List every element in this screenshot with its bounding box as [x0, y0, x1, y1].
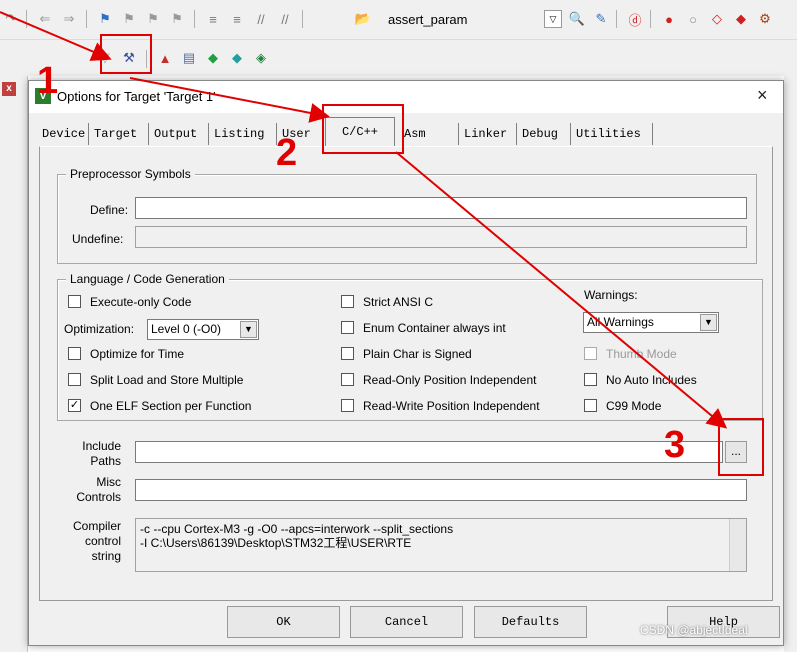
arrow-to-options: [0, 11, 112, 61]
watermark: CSDN @abjectIdeal: [640, 623, 748, 637]
annotation-arrows: [0, 11, 728, 429]
arrow-to-browse: [395, 151, 728, 429]
arrow-to-cpp-tab: [129, 77, 330, 123]
